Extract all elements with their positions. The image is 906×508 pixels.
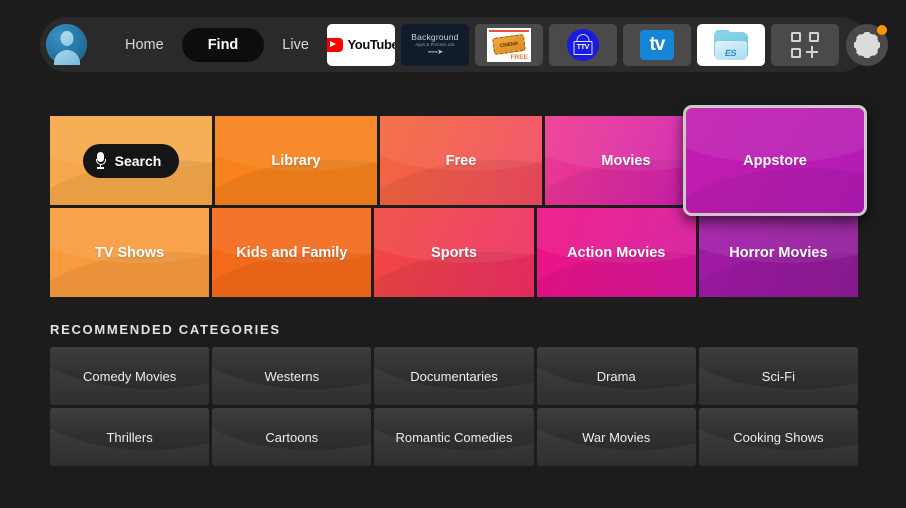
search-button[interactable]: Search bbox=[82, 143, 180, 178]
category-label: Thrillers bbox=[106, 429, 153, 445]
avatar-body-shape bbox=[53, 50, 80, 65]
app-tv[interactable]: tv bbox=[622, 23, 691, 66]
tile-sports[interactable]: Sports bbox=[374, 208, 534, 297]
category-label: Cartoons bbox=[265, 429, 319, 445]
grid-square-2 bbox=[808, 31, 819, 42]
nav-item-live[interactable]: Live bbox=[264, 29, 327, 61]
top-navigation-bar: Home Find Live YouTube Background Apps &… bbox=[40, 17, 888, 72]
app-background-apps[interactable]: Background Apps & Process List ⌁⌁⌁➤ bbox=[400, 23, 469, 66]
recommended-categories-heading: RECOMMENDED CATEGORIES bbox=[50, 322, 281, 337]
youtube-wordmark: YouTube bbox=[347, 37, 395, 52]
microphone-icon bbox=[95, 152, 106, 169]
background-apps-subtitle: Apps & Process List bbox=[415, 42, 455, 48]
nav-links: Home Find Live bbox=[107, 27, 327, 62]
category-label: Sci-Fi bbox=[761, 368, 796, 384]
settings-button[interactable] bbox=[845, 23, 888, 66]
category-drama[interactable]: Drama bbox=[536, 347, 696, 405]
category-romantic-comedies[interactable]: Romantic Comedies bbox=[374, 408, 534, 466]
ttv-bag-shape: TTV bbox=[573, 40, 593, 55]
tile-label: Free bbox=[445, 152, 477, 169]
category-thrillers[interactable]: Thrillers bbox=[50, 408, 210, 466]
tile-row-2: TV Shows Kids and Family Sports Action M… bbox=[50, 208, 859, 297]
category-row-1: Comedy Movies Westerns Documentaries Dra… bbox=[50, 347, 859, 405]
nav-item-find[interactable]: Find bbox=[181, 27, 265, 62]
category-label: Drama bbox=[596, 368, 636, 384]
es-label: ES bbox=[724, 47, 738, 58]
notification-badge bbox=[876, 24, 887, 35]
folder-front-shape: ES bbox=[714, 40, 747, 60]
tv-icon: tv bbox=[639, 29, 674, 60]
gear-icon bbox=[853, 31, 880, 58]
tile-label: Kids and Family bbox=[236, 244, 348, 261]
tile-label: Sports bbox=[431, 244, 477, 261]
background-apps-logo: Background Apps & Process List ⌁⌁⌁➤ bbox=[411, 33, 458, 57]
ttv-label: TTV bbox=[576, 44, 590, 51]
tv-launcher-screen: Home Find Live YouTube Background Apps &… bbox=[0, 0, 906, 508]
search-button-label: Search bbox=[114, 152, 162, 169]
category-comedy-movies[interactable]: Comedy Movies bbox=[50, 347, 210, 405]
tile-search[interactable]: Search bbox=[50, 116, 212, 205]
grid-square-1 bbox=[790, 31, 801, 42]
category-label: Westerns bbox=[264, 368, 320, 384]
category-cooking-shows[interactable]: Cooking Shows bbox=[698, 408, 859, 466]
category-label: Documentaries bbox=[410, 368, 498, 384]
tile-label: Library bbox=[271, 152, 321, 169]
tile-library[interactable]: Library bbox=[215, 116, 377, 205]
category-label: Romantic Comedies bbox=[395, 429, 513, 445]
category-war-movies[interactable]: War Movies bbox=[536, 408, 696, 466]
tile-wave-shadow bbox=[686, 168, 864, 213]
profile-avatar[interactable] bbox=[46, 24, 87, 65]
tile-label: TV Shows bbox=[94, 244, 165, 261]
background-apps-title: Background bbox=[411, 31, 459, 42]
ticket-free-label: FREE bbox=[510, 53, 528, 61]
app-ttv[interactable]: TTV bbox=[548, 23, 617, 66]
tv-label: tv bbox=[649, 34, 665, 55]
tile-action-movies[interactable]: Action Movies bbox=[536, 208, 696, 297]
tile-row-1: Search Library Free Movies Appstore bbox=[50, 105, 867, 216]
app-es-file-explorer[interactable]: ES bbox=[696, 23, 765, 66]
tile-label: Horror Movies bbox=[729, 244, 828, 261]
tile-label: Action Movies bbox=[567, 244, 666, 261]
youtube-play-icon bbox=[326, 37, 344, 52]
app-shortcut-list: YouTube Background Apps & Process List ⌁… bbox=[326, 23, 839, 66]
tile-label: Movies bbox=[601, 152, 651, 169]
tile-horror-movies[interactable]: Horror Movies bbox=[698, 208, 859, 297]
app-add-apps[interactable] bbox=[770, 23, 839, 66]
category-documentaries[interactable]: Documentaries bbox=[374, 347, 534, 405]
grid-square-3 bbox=[790, 47, 801, 58]
gear-ring bbox=[854, 32, 879, 57]
tile-kids-and-family[interactable]: Kids and Family bbox=[212, 208, 372, 297]
category-row-2: Thrillers Cartoons Romantic Comedies War… bbox=[50, 408, 859, 466]
folder-icon: ES bbox=[713, 29, 748, 60]
tile-label: Appstore bbox=[743, 152, 807, 169]
category-westerns[interactable]: Westerns bbox=[212, 347, 372, 405]
category-label: Cooking Shows bbox=[733, 429, 824, 445]
nav-item-home[interactable]: Home bbox=[107, 29, 182, 61]
category-cartoons[interactable]: Cartoons bbox=[212, 408, 372, 466]
ttv-icon: TTV bbox=[566, 28, 599, 61]
avatar-head-shape bbox=[60, 31, 73, 46]
recommended-categories-grid: Comedy Movies Westerns Documentaries Dra… bbox=[50, 347, 859, 466]
plus-icon bbox=[805, 45, 818, 58]
app-cinema-ticket[interactable]: CINEMA FREE bbox=[474, 23, 543, 66]
tile-free[interactable]: Free bbox=[380, 116, 542, 205]
background-apps-glyph: ⌁⌁⌁➤ bbox=[427, 49, 444, 57]
category-label: War Movies bbox=[582, 429, 651, 445]
category-label: Comedy Movies bbox=[83, 368, 177, 384]
mic-base bbox=[97, 167, 105, 169]
ticket-shape: CINEMA bbox=[491, 33, 526, 56]
youtube-logo: YouTube bbox=[326, 37, 395, 52]
tile-tv-shows[interactable]: TV Shows bbox=[50, 208, 210, 297]
cinema-ticket-icon: CINEMA FREE bbox=[486, 27, 531, 62]
app-youtube[interactable]: YouTube bbox=[326, 23, 395, 66]
ticket-label: CINEMA bbox=[499, 40, 519, 49]
tile-appstore[interactable]: Appstore bbox=[683, 105, 867, 216]
apps-grid-plus-icon bbox=[790, 31, 819, 58]
category-sci-fi[interactable]: Sci-Fi bbox=[698, 347, 859, 405]
primary-tile-grid: Search Library Free Movies Appstore TV S… bbox=[50, 105, 867, 297]
